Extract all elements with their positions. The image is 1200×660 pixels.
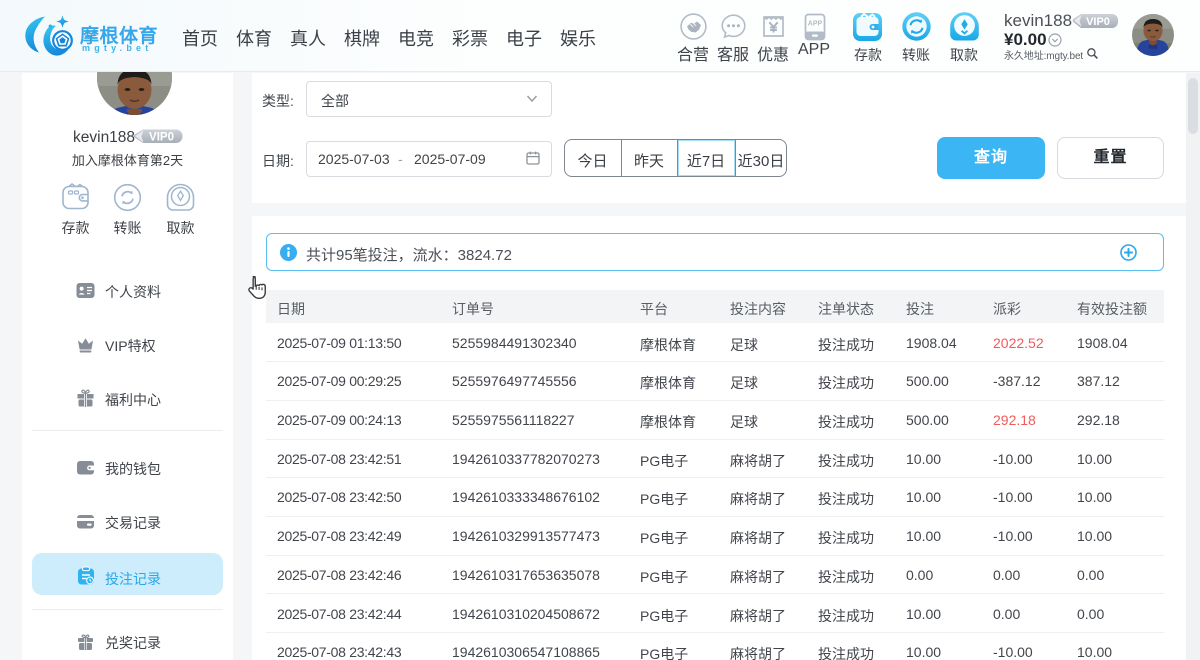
svg-text:VIP0: VIP0 [149,132,174,144]
svg-text:VIP0: VIP0 [1086,16,1110,28]
svg-text:APP: APP [808,21,823,28]
